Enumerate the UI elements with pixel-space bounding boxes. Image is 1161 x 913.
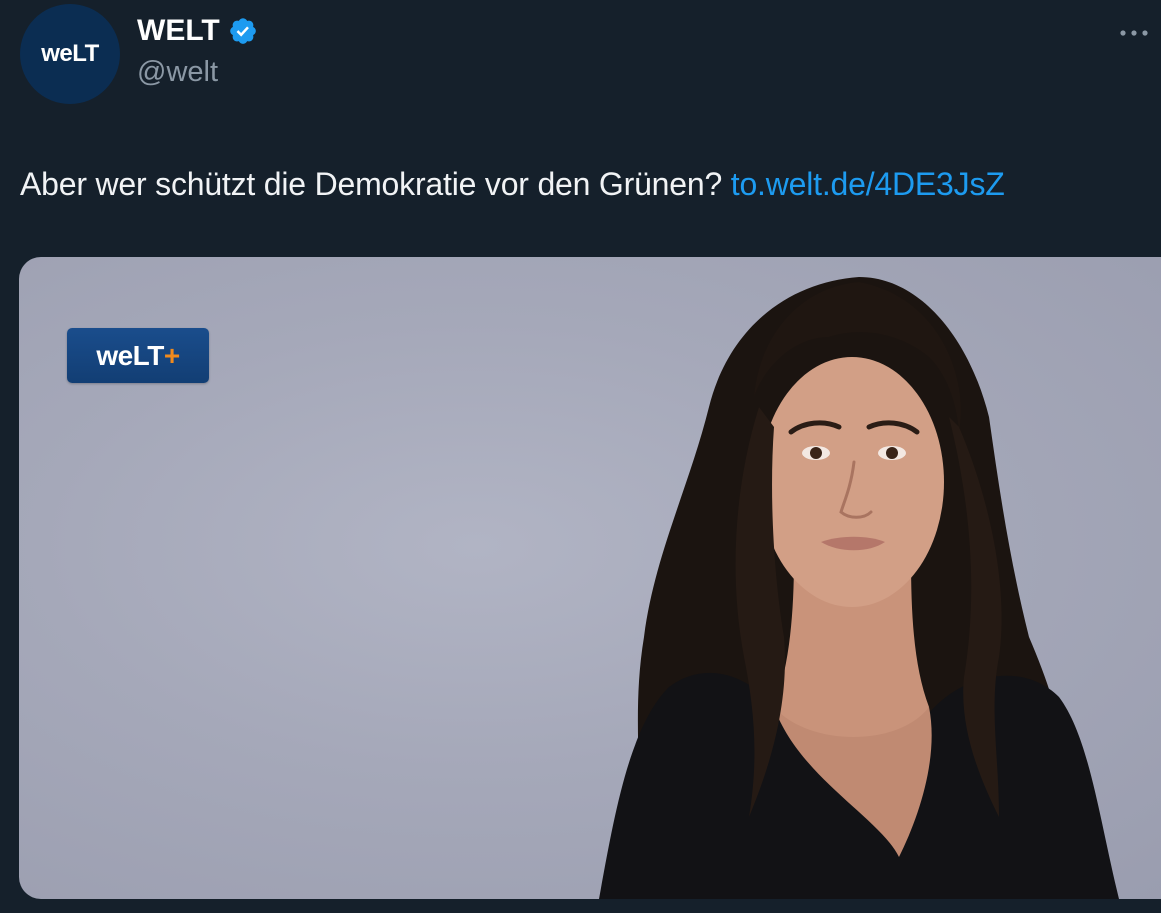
welt-plus-badge: weLT + bbox=[67, 328, 209, 383]
avatar-logo-text: weLT bbox=[41, 40, 99, 67]
avatar[interactable]: weLT bbox=[20, 4, 120, 104]
tweet-media-image[interactable]: weLT + bbox=[19, 257, 1161, 899]
tweet-text: Aber wer schützt die Demokratie vor den … bbox=[20, 166, 1005, 203]
more-options-icon bbox=[1120, 30, 1148, 36]
portrait-photo bbox=[599, 277, 1119, 899]
author-handle[interactable]: @welt bbox=[137, 56, 218, 89]
more-options-button[interactable] bbox=[1117, 18, 1151, 48]
badge-plus: + bbox=[163, 339, 180, 371]
author-name-row: WELT bbox=[137, 14, 258, 48]
tweet-body: Aber wer schützt die Demokratie vor den … bbox=[20, 166, 731, 202]
display-name[interactable]: WELT bbox=[137, 14, 220, 48]
verified-badge-icon bbox=[229, 18, 256, 44]
badge-text: weLT bbox=[96, 339, 164, 371]
tweet[interactable]: weLT WELT @welt Aber wer schützt die Dem… bbox=[0, 0, 1161, 913]
tweet-link[interactable]: to.welt.de/4DE3JsZ bbox=[731, 166, 1005, 202]
